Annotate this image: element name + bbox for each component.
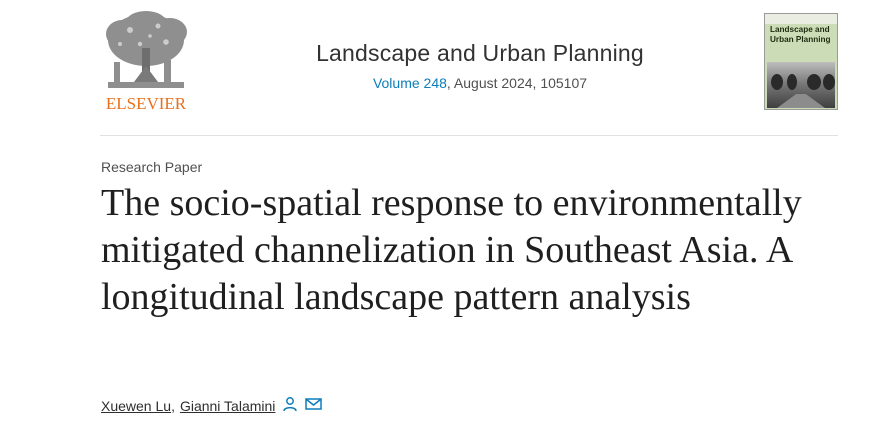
cover-title: Landscape and Urban Planning bbox=[770, 25, 831, 44]
person-icon[interactable] bbox=[282, 396, 298, 415]
cover-header-strip bbox=[765, 14, 837, 24]
volume-link[interactable]: Volume 248 bbox=[373, 75, 447, 91]
issue-line: Volume 248, August 2024, 105107 bbox=[250, 75, 710, 91]
elsevier-logo[interactable]: ELSEVIER bbox=[100, 10, 192, 114]
cover-tree bbox=[771, 74, 783, 90]
author-list: Xuewen Lu, Gianni Talamini bbox=[101, 396, 323, 415]
elsevier-wordmark: ELSEVIER bbox=[105, 94, 187, 113]
envelope-icon[interactable] bbox=[305, 397, 323, 414]
cover-tree bbox=[823, 74, 835, 90]
cover-road bbox=[777, 94, 825, 108]
journal-title[interactable]: Landscape and Urban Planning bbox=[316, 40, 644, 67]
journal-cover-image[interactable]: Landscape and Urban Planning bbox=[764, 13, 838, 110]
issue-details: , August 2024, 105107 bbox=[446, 75, 588, 91]
author-link[interactable]: Gianni Talamini bbox=[180, 398, 275, 414]
elsevier-tree-icon bbox=[106, 11, 187, 88]
journal-info: Landscape and Urban Planning Volume 248,… bbox=[250, 40, 710, 91]
header-divider bbox=[100, 135, 838, 136]
article-header: ELSEVIER Landscape and Urban Planning Vo… bbox=[0, 0, 877, 136]
article-type: Research Paper bbox=[101, 159, 203, 175]
author-link[interactable]: Xuewen Lu bbox=[101, 398, 171, 414]
cover-photo bbox=[767, 62, 835, 108]
cover-tree bbox=[787, 74, 797, 90]
author-separator: , bbox=[171, 397, 175, 414]
article-title: The socio-spatial response to environmen… bbox=[101, 182, 802, 318]
cover-tree bbox=[807, 74, 821, 90]
